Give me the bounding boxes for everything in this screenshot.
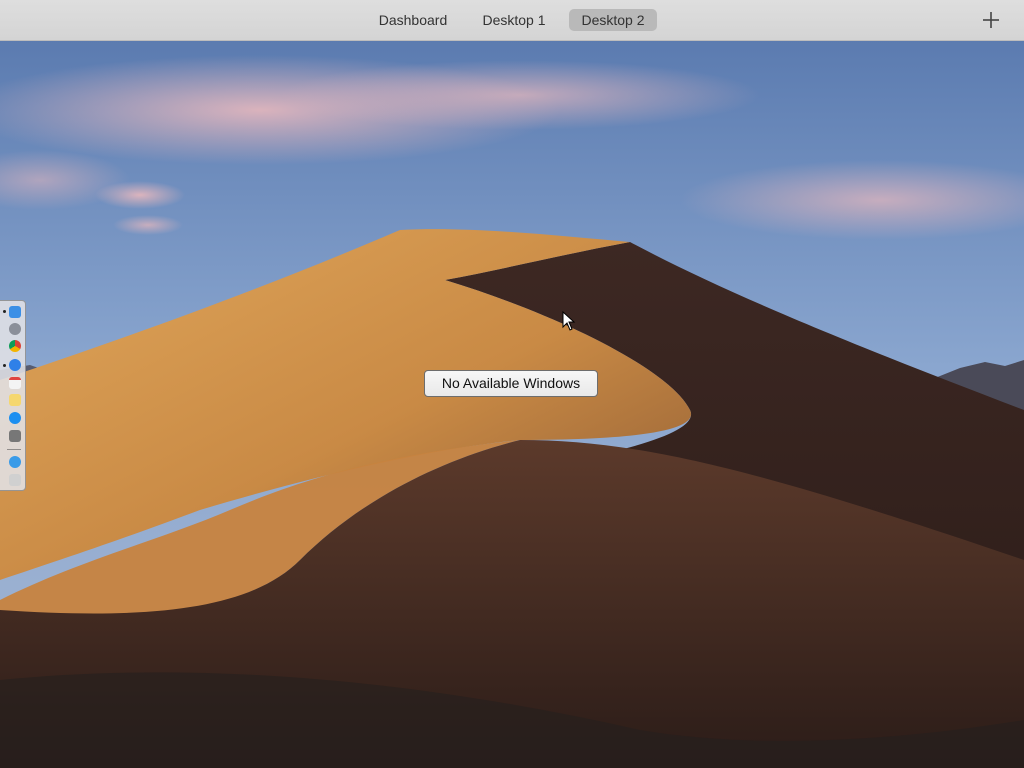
no-available-windows-label: No Available Windows	[424, 370, 598, 397]
tab-desktop-2[interactable]: Desktop 2	[569, 9, 657, 31]
add-desktop-button[interactable]	[980, 9, 1002, 31]
launchpad-icon[interactable]	[9, 323, 21, 335]
downloads-folder-icon[interactable]	[9, 456, 21, 468]
safari-icon[interactable]	[9, 359, 21, 371]
calendar-icon[interactable]	[9, 377, 21, 389]
finder-icon[interactable]	[9, 306, 21, 318]
running-indicator	[3, 310, 6, 313]
screenshot-icon[interactable]	[9, 430, 21, 442]
spaces-bar: Dashboard Desktop 1 Desktop 2	[0, 0, 1024, 41]
chrome-icon[interactable]	[9, 340, 21, 352]
dock	[0, 300, 26, 491]
mouse-cursor-icon	[562, 311, 576, 331]
trash-icon[interactable]	[9, 474, 21, 486]
desktop-wallpaper	[0, 40, 1024, 768]
notes-icon[interactable]	[9, 394, 21, 406]
running-indicator	[3, 364, 6, 367]
tab-desktop-1[interactable]: Desktop 1	[476, 9, 552, 31]
plus-icon	[983, 12, 999, 28]
mission-control-screen: Dashboard Desktop 1 Desktop 2 No Availab…	[0, 0, 1024, 768]
app-store-icon[interactable]	[9, 412, 21, 424]
dock-separator	[7, 449, 21, 450]
tab-dashboard[interactable]: Dashboard	[372, 9, 454, 31]
